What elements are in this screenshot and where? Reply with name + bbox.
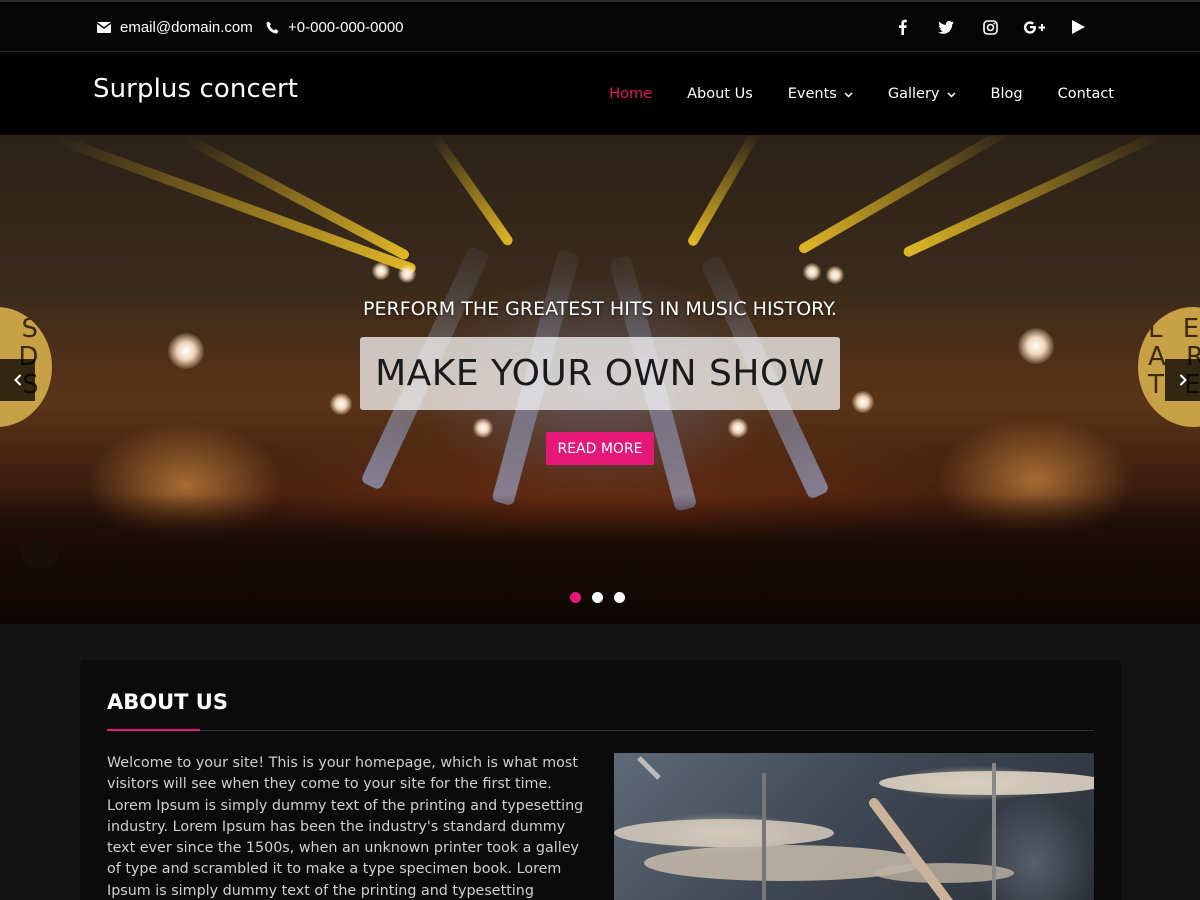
main-nav: Home About Us Events Gallery Blog Contac… (574, 52, 1114, 135)
slider-dot-2[interactable] (592, 592, 603, 603)
heading-underline (107, 729, 200, 731)
slider-next-button[interactable] (1165, 359, 1200, 401)
youtube-icon[interactable] (1056, 12, 1100, 42)
chevron-left-icon (13, 374, 21, 386)
top-info-bar: email@domain.com +0-000-000-0000 (0, 0, 1200, 52)
chevron-down-icon (844, 86, 853, 102)
email-text: email@domain.com (120, 18, 253, 36)
nav-item-events[interactable]: Events (788, 86, 853, 102)
stage-lamp (473, 418, 493, 438)
read-more-button[interactable]: READ MORE (546, 432, 654, 465)
stage-lamp (398, 265, 416, 283)
nav-label: Gallery (887, 85, 940, 102)
stage-lamp (803, 263, 821, 281)
about-heading: ABOUT US (107, 690, 228, 714)
about-body-text: Welcome to your site! This is your homep… (107, 755, 584, 899)
phone-icon (264, 19, 280, 35)
stage-light-beam (431, 135, 515, 248)
stage-lamp (728, 418, 748, 438)
instagram-icon[interactable] (968, 12, 1012, 42)
stage-light-beam (56, 135, 418, 275)
about-section: ABOUT US Welcome to your site! This is y… (80, 660, 1121, 900)
stage-lamp (826, 266, 844, 284)
twitter-icon[interactable] (924, 12, 968, 42)
nav-label: About Us (687, 85, 753, 102)
hero-title: MAKE YOUR OWN SHOW (375, 353, 825, 394)
slider-dot-1[interactable] (570, 592, 581, 603)
nav-label: Contact (1057, 85, 1114, 102)
envelope-icon (96, 19, 112, 35)
nav-label: Events (787, 85, 837, 102)
hero-subtitle: PERFORM THE GREATEST HITS IN MUSIC HISTO… (363, 298, 837, 320)
stage-light-beam (797, 135, 1010, 255)
slider-prev-button[interactable] (0, 359, 35, 401)
drum-kit-illustration (614, 756, 1094, 900)
nav-item-about-us[interactable]: About Us (687, 86, 753, 102)
nav-label: Home (609, 85, 653, 102)
stage-lamp (852, 391, 874, 413)
divider (200, 730, 1094, 731)
social-links (880, 2, 1100, 52)
hero-slider: L E S A R D E N T E S L E S A R D E N T … (0, 135, 1200, 624)
stage-lamp (330, 393, 352, 415)
slider-pagination (570, 592, 625, 603)
stage-lamp (168, 333, 204, 369)
nav-item-blog[interactable]: Blog (991, 86, 1023, 102)
nav-item-gallery[interactable]: Gallery (888, 86, 956, 102)
nav-label: Blog (990, 85, 1023, 102)
google-plus-icon[interactable] (1012, 12, 1056, 42)
stage-light-beam (686, 135, 760, 248)
nav-item-home[interactable]: Home (609, 86, 652, 102)
contact-phone[interactable]: +0-000-000-0000 (264, 2, 404, 52)
facebook-icon[interactable] (880, 12, 924, 42)
contact-email[interactable]: email@domain.com (96, 2, 253, 52)
chevron-down-icon (946, 86, 956, 102)
drum-cymbals-image (614, 753, 1094, 900)
phone-text: +0-000-000-0000 (288, 18, 404, 36)
crowd-silhouette (0, 494, 1200, 624)
chevron-right-icon (1179, 374, 1187, 386)
nav-item-contact[interactable]: Contact (1058, 86, 1114, 102)
site-title[interactable]: Surplus concert (93, 74, 298, 104)
stage-lamp (1018, 328, 1054, 364)
stage-lamp (372, 262, 390, 280)
site-header: Surplus concert Home About Us Events Gal… (0, 52, 1200, 135)
stage-light-beam (902, 135, 1160, 259)
slider-dot-3[interactable] (614, 592, 625, 603)
hero-title-box: MAKE YOUR OWN SHOW (360, 337, 840, 410)
